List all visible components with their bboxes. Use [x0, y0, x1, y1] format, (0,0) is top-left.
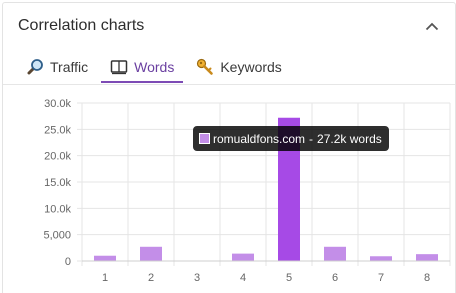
- bar: [416, 254, 438, 261]
- tab-label: Keywords: [220, 59, 282, 75]
- chart-svg: 0 5,000 10.0k 15.0k 20.0k 25.0k 30.0k 1 2 3 4 5 6 7 8: [43, 98, 451, 284]
- y-tick-label: 30.0k: [44, 98, 71, 110]
- chart-tooltip: romualdfons.com - 27.2k words: [193, 126, 389, 151]
- x-tick-label: 3: [194, 272, 200, 284]
- tab-label: Words: [134, 59, 175, 75]
- panel-header: Correlation charts: [3, 3, 455, 49]
- x-tick-label: 5: [286, 272, 292, 284]
- tooltip-separator: -: [309, 131, 314, 146]
- tooltip-swatch: [199, 133, 210, 144]
- tab-keywords[interactable]: Keywords: [187, 53, 290, 83]
- tooltip-value: 27.2k words: [317, 131, 382, 146]
- key-icon: [196, 58, 214, 76]
- x-tick-label: 1: [102, 272, 108, 284]
- book-icon: [110, 58, 128, 76]
- tab-label: Traffic: [50, 59, 89, 75]
- chart-tabs: Traffic Words Keywords: [17, 53, 291, 85]
- bar: [232, 253, 254, 261]
- y-tick-label: 15.0k: [44, 177, 71, 189]
- correlation-charts-panel: Correlation charts Traffic Words Keyword…: [2, 2, 456, 293]
- collapse-button[interactable]: [421, 15, 443, 37]
- words-bar-chart: 0 5,000 10.0k 15.0k 20.0k 25.0k 30.0k 1 2 3 4 5 6 7 8: [3, 85, 455, 293]
- y-tick-label: 20.0k: [44, 151, 71, 163]
- x-tick-label: 7: [378, 272, 384, 284]
- x-tick-label: 4: [240, 272, 246, 284]
- bar: [324, 246, 346, 261]
- y-tick-label: 10.0k: [44, 203, 71, 215]
- tab-words[interactable]: Words: [101, 53, 184, 83]
- x-tick-label: 8: [424, 272, 430, 284]
- bar: [94, 255, 116, 261]
- chevron-up-icon: [425, 22, 439, 30]
- tooltip-site: romualdfons.com: [213, 131, 306, 146]
- y-tick-label: 25.0k: [44, 124, 71, 136]
- x-tick-label: 6: [332, 272, 338, 284]
- magnifier-icon: [26, 58, 44, 76]
- y-tick-label: 0: [65, 256, 71, 268]
- bar: [370, 256, 392, 261]
- x-tick-label: 2: [148, 272, 154, 284]
- panel-title: Correlation charts: [18, 17, 145, 34]
- bar: [140, 246, 162, 261]
- tab-traffic[interactable]: Traffic: [17, 53, 97, 83]
- y-tick-label: 5,000: [43, 230, 71, 242]
